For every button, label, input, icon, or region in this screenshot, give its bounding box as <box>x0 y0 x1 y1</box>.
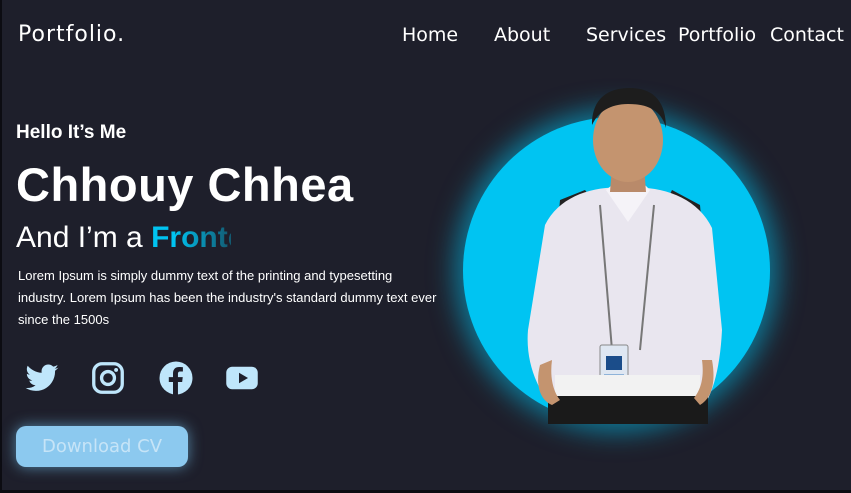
profile-photo <box>463 88 770 424</box>
person-figure <box>527 88 722 424</box>
